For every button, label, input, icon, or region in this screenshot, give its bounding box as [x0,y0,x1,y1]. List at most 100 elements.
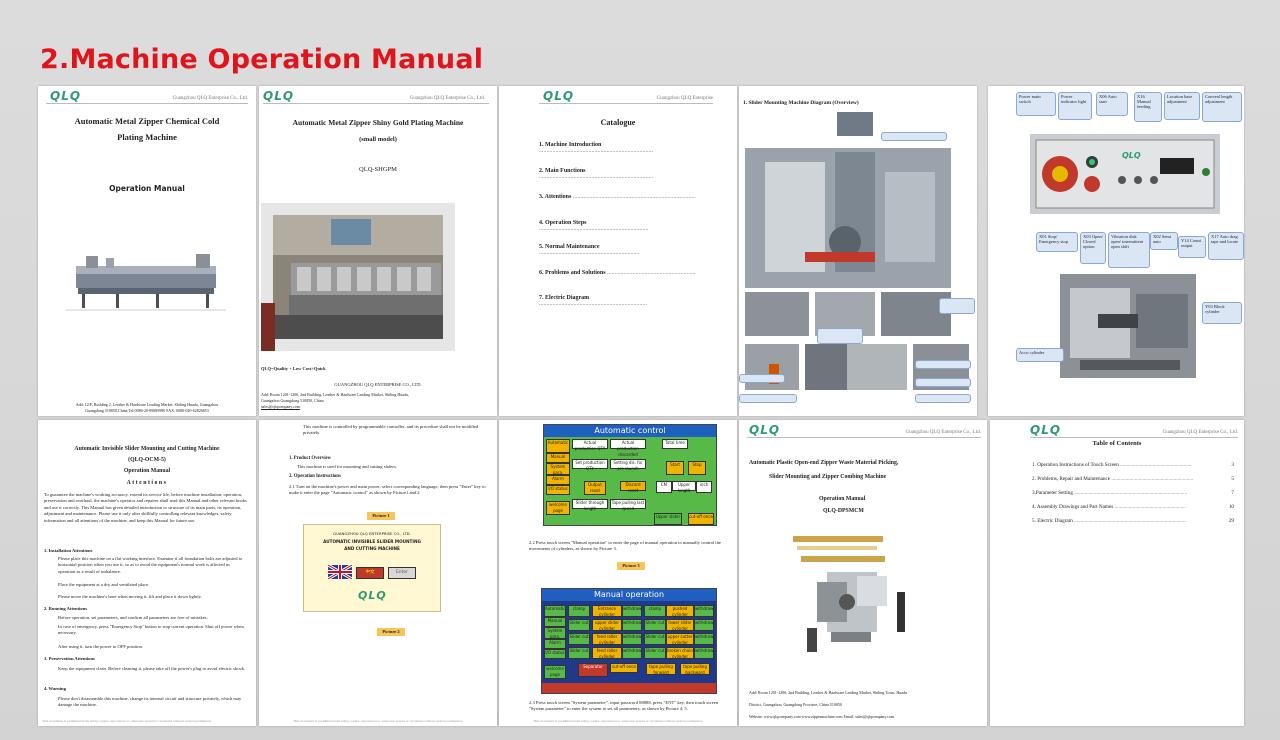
diagram-callout [915,360,971,369]
manual-control-button[interactable]: pushed cylinder [666,605,694,617]
manual-control-button[interactable]: withdraw [622,619,642,631]
cut-off-once-button[interactable]: cut-off once [688,513,714,525]
manual-tab[interactable]: Manual [546,453,570,463]
company-address: Add: Room 1201-1206, 2nd Building, Leath… [749,690,908,695]
company-email: sales@qlqcompany.com [261,404,300,409]
panel-callout: Location base adjustment [1164,92,1200,120]
panel-callout: X16 Manual feeding [1134,92,1162,122]
manual-control-button[interactable]: withdraw [622,605,642,617]
manual-control-button[interactable]: Slider cut [568,647,590,659]
io-status-tab[interactable]: I/O status [544,649,566,659]
bullet-item: Please move the machine's base when movi… [58,594,202,599]
manual-control-button[interactable]: withdraw [694,633,714,645]
manual-control-button[interactable]: Slider cut [644,619,666,631]
manual-page-5: Power main switch Power indicator light … [988,86,1244,416]
io-status-tab[interactable]: I/O status [546,485,570,495]
document-title: Automatic Plastic Open-end Zipper Waste … [749,460,899,466]
manual-page-3: QLQ Guangzhou QLQ Enterprise Catalogue 1… [499,86,737,416]
total-time-label: Total time [662,439,688,449]
manual-control-button[interactable]: Slider cut [568,633,590,645]
enter-button[interactable]: Enter [388,567,416,579]
diagram-callout [817,328,863,344]
chinese-language-button[interactable]: 中文 [356,567,384,579]
section-heading: 1. Product Overview [289,456,332,461]
header-rule [263,103,489,104]
stop-button[interactable]: Stop [688,461,706,475]
tape-speed-label: Tape pulling last speed [610,499,646,511]
svg-text:QLQ: QLQ [1122,151,1141,160]
manual-control-button[interactable]: tape pulling forward [646,663,676,675]
output-reset-button[interactable]: Output reset [584,481,606,495]
manual-page-2: QLQ Guangzhou QLQ Enterprise Co., Ltd. A… [259,86,497,416]
page-footer: This document is prohibited from being c… [533,719,703,723]
diagram-callout [881,132,947,141]
manual-control-button[interactable]: cut-off once [610,663,638,673]
header-rule [539,103,713,104]
manual-control-button[interactable]: upper cutter cylinder [666,633,694,645]
header-rule [747,437,981,438]
document-model: (QLQ-OCM-5) [128,457,166,463]
alarm-tab[interactable]: Alarm [544,639,566,649]
catalogue-item: 1. Machine Introduction ................… [539,142,653,154]
manual-control-button[interactable]: feed roller cylinder [592,633,622,645]
page-header: Guangzhou QLQ Enterprise Co., Ltd. [172,96,248,101]
alarm-tab[interactable]: Alarm [546,475,570,485]
manual-control-button[interactable]: withdraw [622,647,642,659]
document-subtitle: Operation Manual [123,468,171,474]
welcome-page-tab[interactable]: welcome page [546,501,570,515]
manual-control-button[interactable]: withdraw [694,619,714,631]
manual-tab[interactable]: Manual [544,617,566,627]
panel-callout: Power indicator light [1058,92,1092,120]
panel-callout: Y03 Block cylinder [1202,302,1242,324]
qlq-logo: QLQ [263,89,295,103]
section-text: This machine is used for mounting and cu… [297,464,397,469]
manual-control-button[interactable]: tape pulling backward [680,663,710,675]
screen-title-line2: AND CUTTING MACHINE [344,546,400,551]
manual-control-button[interactable]: Slider cut [568,619,590,631]
toc-item: 2. Problems, Repair and Maintenance ....… [1032,476,1234,482]
upper-slider-button[interactable]: Upper slider [654,513,682,525]
system-para-tab[interactable]: System para. [544,627,566,639]
automatic-tab[interactable]: Automatic [544,605,566,617]
panel-callout: Accu cylinder [1016,348,1064,362]
upper-length-label: Upper length [672,481,696,493]
panel-callout: Vibration disk open/ intermittent open s… [1108,232,1150,268]
page-header: Guangzhou QLQ Enterprise Co., Ltd. [905,430,981,435]
manual-control-button[interactable]: withdraw [694,647,714,659]
section-text: 2.2 Press touch screen "Manual operation… [529,540,721,552]
start-button[interactable]: Start [666,461,684,475]
uk-flag-icon[interactable] [328,565,352,579]
section-text: 2.3 Press touch screen "System parameter… [529,700,719,712]
manual-control-button[interactable]: broken chain cylinder [666,647,694,659]
manual-control-button[interactable]: withdraw [694,605,714,617]
manual-control-button[interactable]: Separator [578,663,608,677]
section-text: 2.1 Turn on the machine's power and main… [289,484,486,496]
diagram-callout [915,378,971,387]
bullet-item: Please don't disassemble this machine, c… [58,696,242,708]
welcome-page-tab[interactable]: welcome page [544,665,566,679]
control-panel-photo: QLQ [1030,134,1220,214]
qlq-logo: QLQ [358,589,387,602]
panel-callout: X03 Open/ Closed option [1080,232,1106,264]
manual-control-button[interactable]: Entrance cylinder [592,605,622,617]
manual-control-button[interactable]: Slider cut [644,647,666,659]
manual-control-button[interactable]: Slider cut [644,633,666,645]
catalogue-item: 7. Electric Diagram ....................… [539,295,647,307]
section-heading: 2. Operation Instructions [289,474,341,479]
automatic-tab[interactable]: Automatic [546,439,570,453]
system-para-tab[interactable]: System para. [546,463,570,475]
manual-page-8: Automatic control Automatic Manual Syste… [499,420,737,726]
discard-reset-button[interactable]: Discard reset [620,481,646,493]
manual-control-button[interactable]: clamp [568,605,590,617]
picture-label: Picture 1 [367,512,395,520]
bullet-item: Keep the equipment clean. Before cleanin… [58,666,246,671]
manual-control-button[interactable]: lower slider cylinder [666,619,694,631]
manual-control-button[interactable]: upper slider cylinder [592,619,622,631]
panel-callout: Y14 Count output [1178,236,1206,258]
manual-control-button[interactable]: feed roller cylinder [592,647,622,659]
slide-title: 2.Machine Operation Manual [40,44,484,75]
manual-control-button[interactable]: clamp [644,605,666,617]
document-subtitle: Operation Manual [109,184,185,193]
actual-discard-label: Actual production discarded [610,439,646,457]
manual-control-button[interactable]: withdraw [622,633,642,645]
